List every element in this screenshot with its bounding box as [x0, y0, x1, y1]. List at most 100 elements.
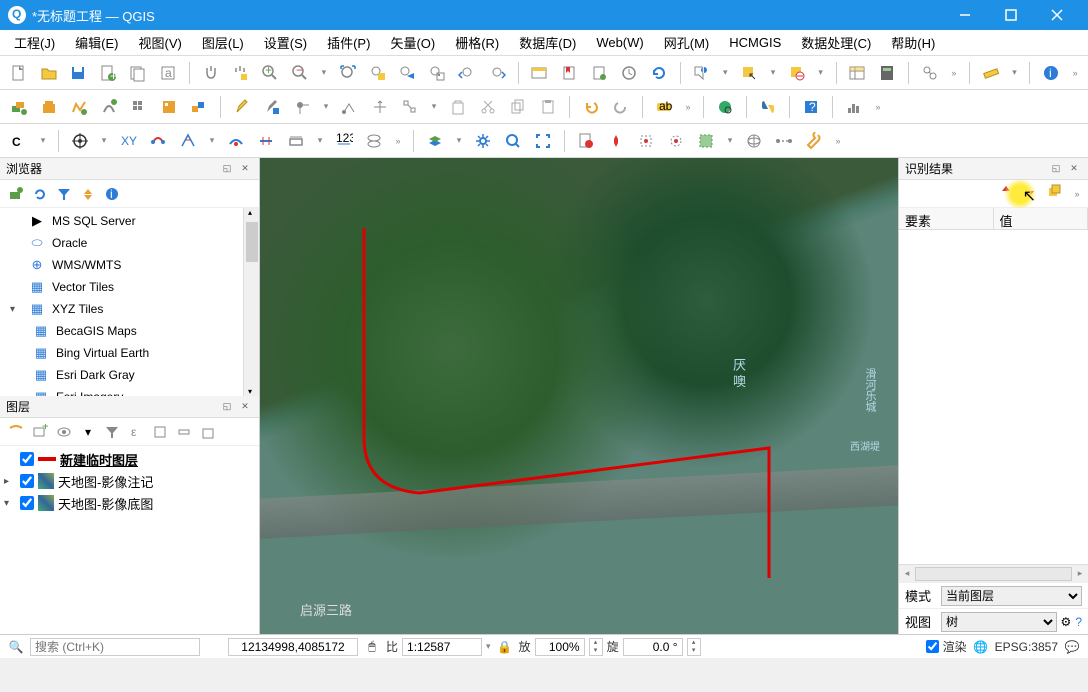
browser-tree[interactable]: ▶MS SQL Server ⬭Oracle ⊕WMS/WMTS ▦Vector… — [0, 208, 259, 396]
browser-item-oracle[interactable]: ⬭Oracle — [4, 232, 255, 254]
new-print-layout-button[interactable]: + — [95, 60, 121, 86]
menu-web[interactable]: Web(W) — [588, 33, 651, 52]
add-layer-icon[interactable] — [6, 184, 26, 204]
overflow-chev-3[interactable]: » — [681, 102, 695, 112]
overflow-chev-1[interactable]: » — [947, 68, 961, 78]
browser-undock-button[interactable]: ◱ — [219, 161, 235, 177]
layers-expr-icon[interactable]: ε — [126, 422, 146, 442]
menu-project[interactable]: 工程(J) — [6, 31, 63, 54]
browser-close-button[interactable]: ✕ — [237, 161, 253, 177]
browser-item-esri-imagery[interactable]: ▦Esri Imagery — [4, 386, 255, 396]
coordinates-input[interactable] — [228, 638, 358, 656]
layers-close-button[interactable]: ✕ — [237, 399, 253, 415]
layers-add-group-icon[interactable]: + — [30, 422, 50, 442]
zoom-to-selection-button[interactable] — [365, 60, 391, 86]
cut-features-button[interactable] — [475, 94, 501, 120]
zoom-full-button[interactable] — [335, 60, 361, 86]
identify-mode-select[interactable]: 当前图层 — [941, 586, 1082, 606]
filter-browser-icon[interactable] — [54, 184, 74, 204]
overflow-chev-4[interactable]: » — [871, 102, 885, 112]
magnifier-spinner[interactable]: ▴▾ — [589, 638, 603, 656]
pan-button[interactable] — [198, 60, 224, 86]
metasearch-button[interactable] — [712, 94, 738, 120]
minimize-button[interactable] — [942, 0, 988, 30]
new-bookmark-button[interactable] — [556, 60, 582, 86]
delete-selected-button[interactable] — [445, 94, 471, 120]
identify-features-button[interactable]: i — [689, 60, 715, 86]
browser-item-vectortiles[interactable]: ▦Vector Tiles — [4, 276, 255, 298]
identify-result-body[interactable] — [899, 230, 1088, 564]
label-tool-button[interactable]: abc — [651, 94, 677, 120]
rotation-spinner[interactable]: ▴▾ — [687, 638, 701, 656]
identify-dropdown[interactable]: ▾ — [718, 67, 732, 78]
menu-view[interactable]: 视图(V) — [131, 31, 190, 54]
zoom-native-button[interactable] — [424, 60, 450, 86]
move-feature-button[interactable] — [367, 94, 393, 120]
layer-style-button[interactable] — [422, 128, 448, 154]
layer-annotation-checkbox[interactable] — [20, 474, 34, 488]
zoom-to-layer-button[interactable] — [394, 60, 420, 86]
histogram-button[interactable] — [841, 94, 867, 120]
browser-item-esri-dark[interactable]: ▦Esri Dark Gray — [4, 364, 255, 386]
browser-item-becagis[interactable]: ▦BecaGIS Maps — [4, 320, 255, 342]
select-features-button[interactable] — [736, 60, 762, 86]
paste-features-button[interactable] — [535, 94, 561, 120]
measure-button[interactable] — [978, 60, 1004, 86]
curve-button[interactable] — [175, 128, 201, 154]
zoom-dropdown[interactable]: ▾ — [317, 67, 331, 78]
measure-dropdown[interactable]: ▾ — [1008, 67, 1022, 78]
layers-tree[interactable]: 新建临时图层 ▸ 天地图-影像注记 ▾ 天地图-影像底图 — [0, 446, 259, 634]
zoom-last-button[interactable] — [454, 60, 480, 86]
menu-database[interactable]: 数据库(D) — [511, 31, 584, 54]
menu-raster[interactable]: 栅格(R) — [447, 31, 507, 54]
identify-col-value[interactable]: 值 — [994, 208, 1088, 229]
layers-undock-button[interactable]: ◱ — [219, 399, 235, 415]
identify-view-select[interactable]: 树 — [941, 612, 1057, 632]
save-edits-button[interactable] — [259, 94, 285, 120]
new-virtual-button[interactable] — [186, 94, 212, 120]
deselect-dropdown[interactable]: ▾ — [814, 67, 828, 78]
overflow-chev-5[interactable]: » — [391, 136, 405, 146]
help-button[interactable]: ? — [798, 94, 824, 120]
layers-filter-icon[interactable] — [102, 422, 122, 442]
mouse-icon[interactable]: 🖱 — [362, 638, 382, 656]
menu-settings[interactable]: 设置(S) — [256, 31, 315, 54]
save-project-button[interactable] — [66, 60, 92, 86]
new-geopackage-button[interactable] — [36, 94, 62, 120]
identify-overflow[interactable]: » — [1070, 189, 1084, 199]
zoom-next-button[interactable] — [484, 60, 510, 86]
redo-button[interactable] — [608, 94, 634, 120]
extent-button[interactable] — [693, 128, 719, 154]
close-button[interactable] — [1034, 0, 1080, 30]
new-mesh-button[interactable] — [126, 94, 152, 120]
menu-processing[interactable]: 数据处理(C) — [793, 31, 879, 54]
data-source-button[interactable] — [6, 94, 32, 120]
temporal-button[interactable] — [616, 60, 642, 86]
select-dropdown[interactable]: ▾ — [766, 67, 780, 78]
c-tool-button[interactable]: C — [6, 128, 32, 154]
search-tool-button[interactable] — [500, 128, 526, 154]
layer-basemap[interactable]: ▾ 天地图-影像底图 — [4, 492, 255, 514]
browser-item-mssql[interactable]: ▶MS SQL Server — [4, 210, 255, 232]
crs-label[interactable]: EPSG:3857 — [995, 640, 1058, 654]
layers-expand-icon[interactable] — [150, 422, 170, 442]
bookmark-button[interactable] — [586, 60, 612, 86]
pin-button[interactable] — [603, 128, 629, 154]
copy-features-button[interactable] — [505, 94, 531, 120]
menu-help[interactable]: 帮助(H) — [883, 31, 943, 54]
offset-curve-button[interactable] — [223, 128, 249, 154]
fullscreen-button[interactable] — [530, 128, 556, 154]
deselect-button[interactable] — [784, 60, 810, 86]
wrench-button[interactable] — [801, 128, 827, 154]
vertex-tool-button[interactable] — [397, 94, 423, 120]
georef-button[interactable] — [573, 128, 599, 154]
toolbox-button[interactable] — [917, 60, 943, 86]
layers-eye-icon[interactable] — [54, 422, 74, 442]
snap-button[interactable] — [67, 128, 93, 154]
collapse-all-icon[interactable] — [78, 184, 98, 204]
browser-item-wms[interactable]: ⊕WMS/WMTS — [4, 254, 255, 276]
style-manager-button[interactable]: a — [155, 60, 181, 86]
globe-tool-button[interactable] — [741, 128, 767, 154]
render-checkbox[interactable] — [926, 640, 939, 653]
identify-undock-button[interactable]: ◱ — [1048, 161, 1064, 177]
